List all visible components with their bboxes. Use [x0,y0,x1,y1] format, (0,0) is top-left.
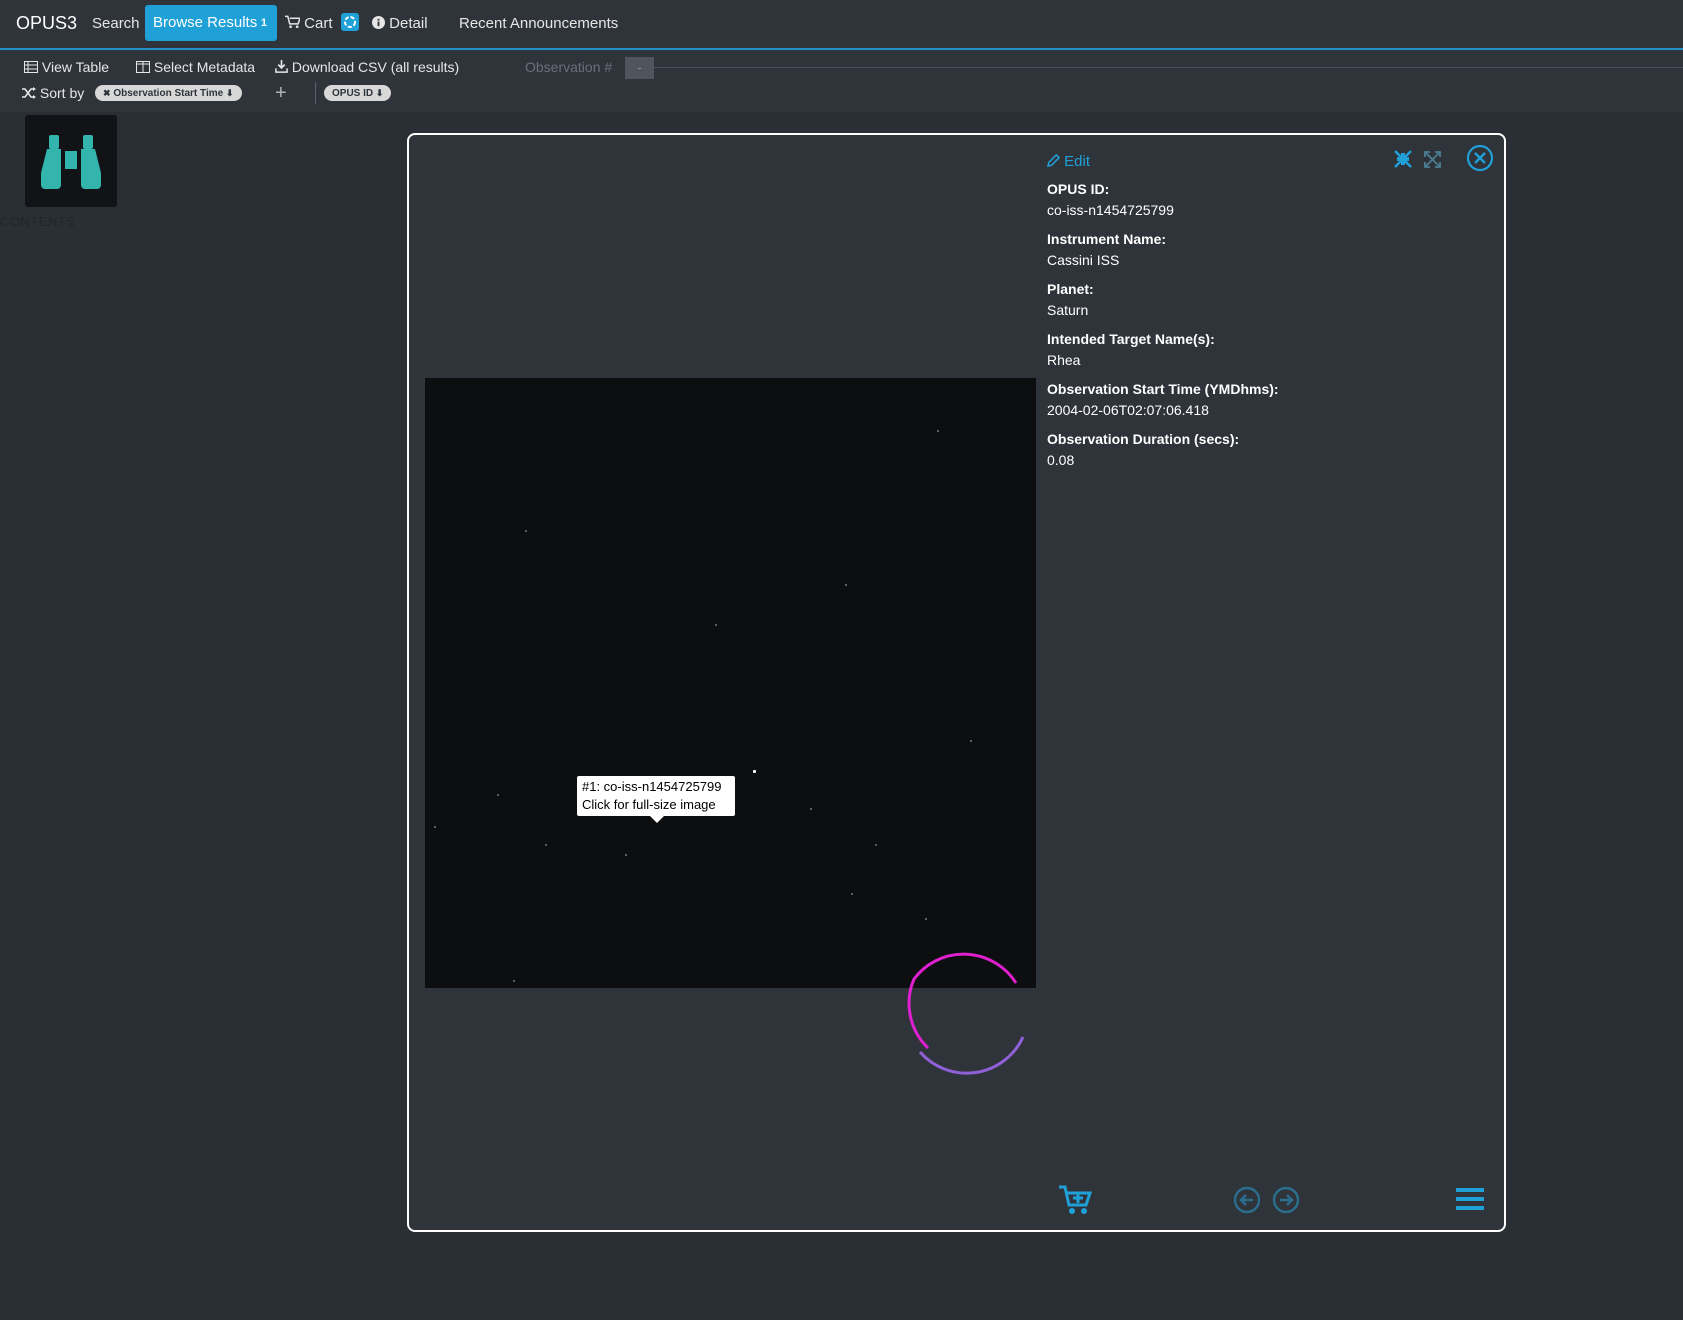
download-csv-label: Download CSV (all results) [291,59,460,75]
metadata-label: Observation Duration (secs): [1047,431,1240,447]
nav-search[interactable]: Search [92,15,140,32]
tooltip-line1: #1: co-iss-n1454725799 [582,779,722,794]
view-table-label: View Table [41,59,110,75]
metadata-label: Instrument Name: [1047,231,1167,247]
image-star [845,584,847,586]
metadata-value: 0.08 [1047,452,1075,468]
toolbar-divider [315,82,316,104]
add-sort-button[interactable]: + [275,82,287,105]
sort-pill-label: OPUS ID [332,88,374,99]
nav-browse-results[interactable]: Browse Results 1 [145,5,277,41]
image-star [875,844,877,846]
arrow-right-circle-icon[interactable] [1272,1186,1300,1214]
nav-browse-results-label: Browse Results [153,14,258,31]
binoculars-icon [41,135,101,189]
image-star [753,770,756,773]
image-star [810,808,812,810]
download-csv-button[interactable]: Download CSV (all results) [275,59,459,75]
info-icon [372,16,385,29]
sort-pill-opus-id[interactable]: OPUS ID ⬇ [324,85,392,101]
metadata-label: Planet: [1047,281,1094,297]
download-icon [275,60,288,73]
close-circle-icon[interactable] [1466,144,1494,172]
cart-icon [285,15,302,28]
nav-cart[interactable]: Cart [285,13,359,33]
remove-sort-icon[interactable]: ✖ [103,88,111,98]
sort-by-text: Sort by [39,85,85,101]
expand-icon[interactable] [1424,151,1441,168]
sort-pill-label: Observation Start Time [113,88,224,99]
view-table-button[interactable]: View Table [24,59,109,75]
cart-loading-badge [340,13,359,32]
pencil-icon [1046,153,1061,168]
hamburger-menu-icon[interactable] [1456,1187,1484,1211]
metadata-value: 2004-02-06T02:07:06.418 [1047,402,1209,418]
image-star [925,918,927,920]
image-star [625,854,627,856]
observation-image[interactable] [425,378,1036,988]
observation-slider-track[interactable] [654,67,1683,68]
select-metadata-button[interactable]: Select Metadata [136,59,255,75]
top-navbar: OPUS3 Search Browse Results 1 Cart Detai… [0,0,1683,50]
nav-recent-announcements[interactable]: Recent Announcements [459,15,618,32]
tooltip-line2: Click for full-size image [582,797,716,812]
metadata-label: OPUS ID: [1047,181,1110,197]
edit-metadata-link[interactable]: Edit [1046,153,1091,170]
compress-icon[interactable] [1393,149,1413,169]
metadata-value: Saturn [1047,302,1089,318]
loading-spinner-icon [907,952,1025,1075]
nav-cart-label: Cart [304,15,333,32]
contents-label: CONTENTS [0,214,76,229]
app-title[interactable]: OPUS3 [16,13,77,34]
metadata-label: Observation Start Time (YMDhms): [1047,381,1279,397]
columns-icon [136,61,150,73]
metadata-label: Intended Target Name(s): [1047,331,1215,347]
table-icon [24,61,38,73]
image-star [497,794,499,796]
metadata-value: Rhea [1047,352,1081,368]
observation-thumbnail[interactable] [25,115,117,207]
sort-direction-icon[interactable]: ⬇ [226,88,234,98]
edit-label: Edit [1064,153,1091,170]
nav-detail[interactable]: Detail [372,15,428,32]
cart-plus-icon[interactable] [1058,1184,1092,1216]
observation-number-input[interactable]: - [625,57,654,79]
spinner-icon [343,16,356,29]
browse-results-count-badge: 1 [260,17,267,29]
image-star [434,826,436,828]
nav-detail-label: Detail [389,15,428,32]
arrow-left-circle-icon[interactable] [1233,1186,1261,1214]
select-metadata-label: Select Metadata [153,59,256,75]
metadata-value: co-iss-n1454725799 [1047,202,1174,218]
image-star [937,430,939,432]
sort-direction-icon[interactable]: ⬇ [376,88,384,98]
image-star [545,844,547,846]
observation-number-label: Observation # [525,59,613,75]
metadata-value: Cassini ISS [1047,252,1120,268]
image-star [525,530,527,532]
image-tooltip: #1: co-iss-n1454725799 Click for full-si… [577,776,735,823]
shuffle-icon [22,87,36,99]
sort-by-label: Sort by [22,85,84,101]
image-star [513,980,515,982]
sort-pill-observation-start-time[interactable]: ✖ Observation Start Time ⬇ [95,85,242,101]
image-star [715,624,717,626]
image-star [970,740,972,742]
image-star [851,893,853,895]
